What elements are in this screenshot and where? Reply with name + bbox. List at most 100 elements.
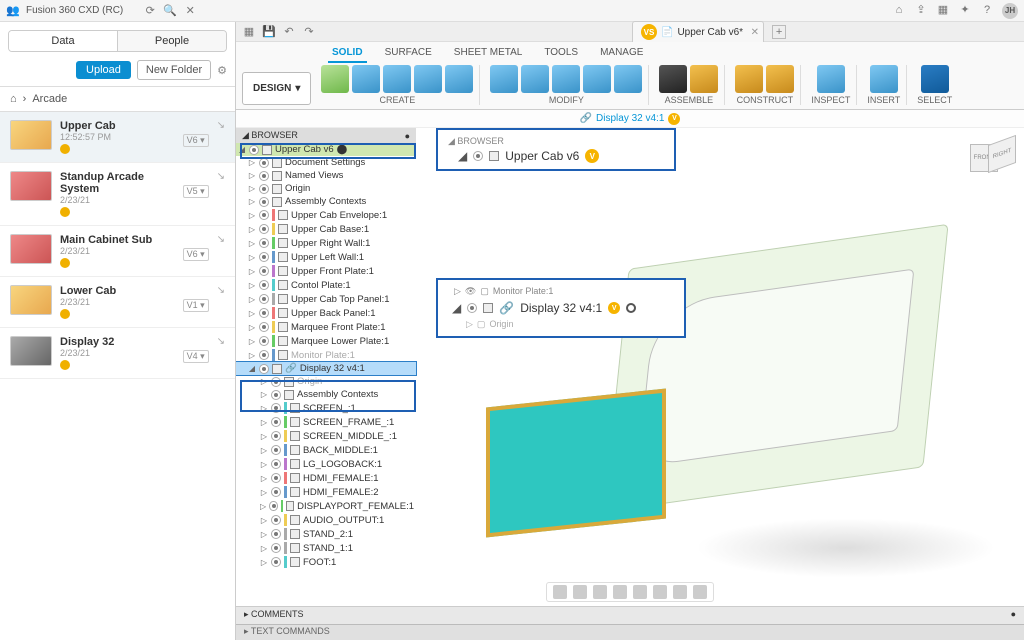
visibility-icon[interactable] — [259, 266, 269, 276]
visibility-icon[interactable] — [271, 417, 281, 427]
visibility-icon[interactable] — [259, 184, 269, 194]
axis-icon[interactable] — [766, 65, 794, 93]
tree-node[interactable]: ▷Origin — [236, 182, 416, 195]
tree-node[interactable]: ▷HDMI_FEMALE:2 — [236, 485, 416, 499]
refresh-icon[interactable]: ⟳ — [143, 4, 157, 18]
extrude-icon[interactable] — [352, 65, 380, 93]
tree-node[interactable]: ▷Document Settings — [236, 156, 416, 169]
align-icon[interactable] — [614, 65, 642, 93]
undo-icon[interactable]: ↶ — [282, 25, 296, 39]
ribbon-tab-solid[interactable]: SOLID — [328, 44, 367, 63]
visibility-icon[interactable] — [259, 158, 269, 168]
ribbon-tab-tools[interactable]: TOOLS — [540, 44, 582, 63]
visibility-icon[interactable] — [259, 171, 269, 181]
tree-node[interactable]: ▷Contol Plate:1 — [236, 278, 416, 292]
version-badge[interactable]: V6 ▾ — [183, 134, 209, 147]
design-item[interactable]: Lower Cab 2/23/21 V1 ▾ ↘ — [0, 277, 235, 328]
loft-icon[interactable] — [445, 65, 473, 93]
comments-bar[interactable]: ▸ COMMENTS● — [236, 606, 1024, 624]
tree-node[interactable]: ▷Assembly Contexts — [236, 195, 416, 208]
joint-icon[interactable] — [659, 65, 687, 93]
text-commands-bar[interactable]: ▸ TEXT COMMANDS — [236, 624, 1024, 640]
tree-node[interactable]: ▷BACK_MIDDLE:1 — [236, 443, 416, 457]
tree-node[interactable]: ▷Monitor Plate:1 — [236, 348, 416, 362]
version-badge[interactable]: V5 ▾ — [183, 185, 209, 198]
visibility-icon[interactable] — [271, 403, 281, 413]
measure-icon[interactable] — [817, 65, 845, 93]
visibility-icon[interactable] — [269, 501, 277, 511]
tree-node[interactable]: ▷Upper Cab Envelope:1 — [236, 208, 416, 222]
visibility-icon[interactable] — [271, 557, 281, 567]
shell-icon[interactable] — [521, 65, 549, 93]
team-icon[interactable]: 👥 — [6, 4, 20, 18]
visibility-icon[interactable] — [259, 252, 269, 262]
design-item[interactable]: Standup Arcade System 2/23/21 V5 ▾ ↘ — [0, 163, 235, 226]
visibility-icon[interactable] — [271, 459, 281, 469]
tree-node[interactable]: ▷STAND_2:1 — [236, 527, 416, 541]
visibility-icon[interactable] — [271, 515, 281, 525]
home-icon[interactable]: ⌂ — [10, 93, 17, 105]
tree-node[interactable]: ▷AUDIO_OUTPUT:1 — [236, 513, 416, 527]
visibility-icon[interactable] — [259, 308, 269, 318]
model-viewport[interactable] — [476, 218, 956, 598]
tree-node[interactable]: ▷Marquee Lower Plate:1 — [236, 334, 416, 348]
upload-button[interactable]: Upload — [76, 61, 131, 79]
sweep-icon[interactable] — [414, 65, 442, 93]
tree-node[interactable]: ▷FOOT:1 — [236, 555, 416, 569]
visibility-icon[interactable] — [259, 197, 269, 207]
tree-node[interactable]: ▷STAND_1:1 — [236, 541, 416, 555]
tab-people[interactable]: People — [118, 31, 226, 51]
version-badge[interactable]: V6 ▾ — [183, 248, 209, 261]
grid-settings-icon[interactable] — [673, 585, 687, 599]
viewport-icon[interactable] — [693, 585, 707, 599]
visibility-icon[interactable] — [259, 350, 269, 360]
breadcrumb[interactable]: ⌂ › Arcade — [0, 86, 235, 112]
visibility-icon[interactable] — [259, 224, 269, 234]
tree-node[interactable]: ▷Upper Left Wall:1 — [236, 250, 416, 264]
move-icon[interactable] — [583, 65, 611, 93]
pan-icon[interactable] — [573, 585, 587, 599]
browser-header[interactable]: ◢ BROWSER ● — [236, 128, 416, 143]
display-screen[interactable] — [486, 389, 666, 538]
tree-node[interactable]: ▷SCREEN_MIDDLE_:1 — [236, 429, 416, 443]
home-icon[interactable]: ⌂ — [892, 3, 906, 17]
visibility-icon[interactable] — [271, 473, 281, 483]
look-icon[interactable] — [633, 585, 647, 599]
tree-node[interactable]: ▷Named Views — [236, 169, 416, 182]
user-avatar[interactable]: JH — [1002, 3, 1018, 19]
tree-node[interactable]: ▷Upper Cab Base:1 — [236, 222, 416, 236]
design-item[interactable]: Upper Cab 12:52:57 PM V6 ▾ ↘ — [0, 112, 235, 163]
display-settings-icon[interactable] — [653, 585, 667, 599]
tree-node[interactable]: ▷LG_LOGOBACK:1 — [236, 457, 416, 471]
zoom-icon[interactable] — [593, 585, 607, 599]
gear-icon[interactable]: ⚙ — [217, 64, 227, 77]
tree-root[interactable]: ◢ Upper Cab v6 ⬤ — [236, 143, 416, 156]
tree-node[interactable]: ▷Marquee Front Plate:1 — [236, 320, 416, 334]
visibility-icon[interactable] — [259, 238, 269, 248]
fillet-icon[interactable] — [490, 65, 518, 93]
visibility-icon[interactable] — [271, 431, 281, 441]
ext-icon[interactable]: ▦ — [936, 3, 950, 17]
visibility-icon[interactable] — [271, 390, 281, 400]
ribbon-tab-manage[interactable]: MANAGE — [596, 44, 647, 63]
close-icon[interactable]: ✕ — [751, 27, 759, 38]
search-icon[interactable]: 🔍 — [163, 4, 177, 18]
fit-icon[interactable] — [613, 585, 627, 599]
visibility-icon[interactable] — [271, 445, 281, 455]
version-badge[interactable]: V1 ▾ — [183, 299, 209, 312]
revolve-icon[interactable] — [383, 65, 411, 93]
insert-icon[interactable] — [870, 65, 898, 93]
version-badge[interactable]: V4 ▾ — [183, 350, 209, 363]
visibility-icon[interactable] — [259, 364, 269, 374]
tree-node[interactable]: ▷DISPLAYPORT_FEMALE:1 — [236, 499, 416, 513]
visibility-icon[interactable] — [259, 280, 269, 290]
ribbon-tab-surface[interactable]: SURFACE — [381, 44, 436, 63]
tab-data[interactable]: Data — [9, 31, 118, 51]
visibility-icon[interactable] — [271, 377, 281, 387]
redo-icon[interactable]: ↷ — [302, 25, 316, 39]
cart-icon[interactable]: ⇪ — [914, 3, 928, 17]
help-icon[interactable]: ? — [980, 3, 994, 17]
workspace-picker[interactable]: DESIGN▾ — [242, 72, 311, 105]
tree-node[interactable]: ▷Origin — [236, 375, 416, 388]
visibility-icon[interactable] — [249, 145, 259, 155]
